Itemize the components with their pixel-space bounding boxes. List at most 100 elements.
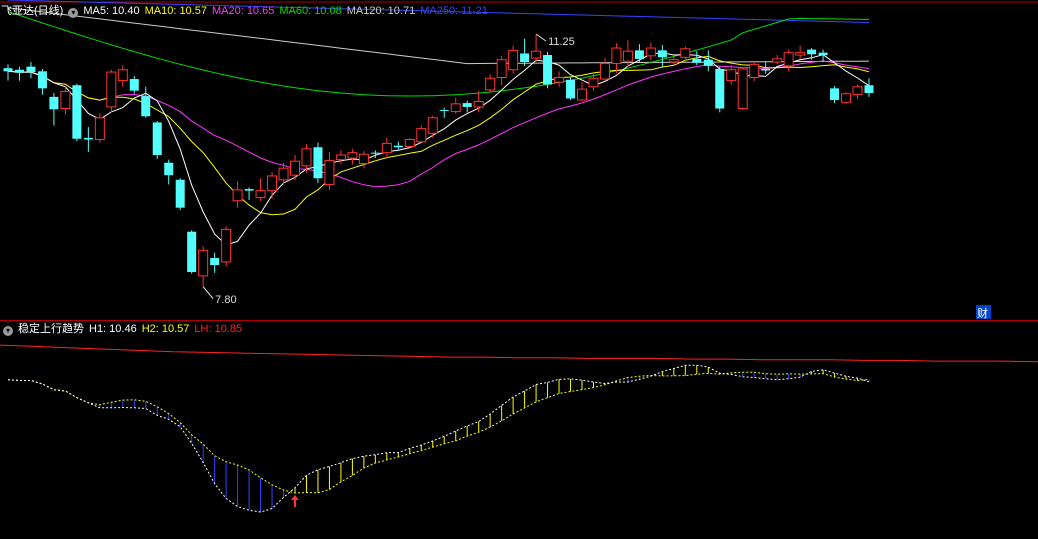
candle-body [531, 50, 542, 59]
candle-body [232, 189, 243, 202]
candle-body [164, 162, 174, 176]
chevron-down-icon[interactable]: ▾ [3, 326, 13, 336]
candle-body [543, 55, 553, 85]
candle-body [566, 79, 576, 99]
candle-body [622, 50, 633, 62]
candle-body [221, 228, 232, 263]
low-label: 7.80 [215, 294, 236, 306]
candle-body [370, 152, 380, 154]
candle-body [175, 179, 185, 208]
candle-body [106, 71, 117, 108]
candle-body [599, 63, 610, 80]
candle-body [737, 68, 748, 109]
candle-body [588, 77, 599, 88]
candle-body [852, 86, 863, 96]
candle-body [818, 52, 828, 56]
main-indicator-1: MA10: 10.57 [144, 5, 207, 17]
candle-body [473, 101, 484, 108]
main-indicator-0: MA5: 10.40 [83, 5, 140, 17]
candle-body [3, 68, 13, 72]
candle-body [645, 47, 656, 57]
candle-body [26, 66, 36, 73]
stock-title: 飞亚达(日线) [1, 5, 64, 17]
chevron-down-icon[interactable]: ▾ [68, 8, 79, 18]
candle-body [864, 85, 874, 93]
candle-body [335, 154, 346, 161]
candle-body [783, 52, 794, 67]
sub-title: 稳定上行趋势 [18, 323, 84, 335]
candle-body [668, 59, 679, 63]
candle-body [807, 49, 817, 55]
candle-body [680, 48, 691, 58]
candle-body [611, 47, 622, 65]
candle-body [703, 59, 713, 66]
main-indicator-4: MA120: 10.71 [346, 5, 416, 17]
candle-body [49, 96, 59, 110]
candle [72, 83, 82, 142]
candle-body [749, 63, 760, 78]
candle [737, 67, 748, 111]
candle-body [485, 77, 496, 91]
candle-body [94, 117, 105, 141]
candle-body [761, 68, 771, 71]
candle-body [427, 117, 438, 134]
stock-chart[interactable]: 11.25 7.80 财 [0, 0, 1038, 539]
sub-indicator-2: LH: 10.85 [194, 323, 243, 335]
sub-legend: ▾ 稳定上行趋势 H1: 10.46 H2: 10.57 LH: 10.85 [3, 322, 252, 336]
candle [566, 77, 576, 100]
high-label: 11.25 [548, 36, 575, 48]
candle-body [267, 175, 278, 192]
candle-body [520, 53, 530, 62]
candle-body [404, 139, 415, 147]
candle-body [439, 110, 449, 112]
candle [841, 92, 852, 104]
candle-body [152, 122, 162, 155]
candle-body [72, 85, 82, 139]
candle-body [244, 189, 254, 191]
candle-body [416, 128, 427, 143]
candle-body [381, 142, 392, 154]
main-legend: 飞亚达(日线) ▾ MA5: 10.40 MA10: 10.57 MA20: 10.65… [1, 4, 498, 18]
candle-body [450, 103, 461, 113]
candle-body [278, 167, 289, 181]
candle-body [324, 159, 335, 185]
candle [187, 230, 197, 274]
sub-indicator-1: H2: 10.57 [141, 323, 190, 335]
candle [543, 51, 553, 89]
candle [152, 120, 162, 159]
candle-body [210, 258, 220, 266]
candle [715, 66, 725, 113]
candle-body [358, 153, 369, 165]
main-indicator-2: MA20: 10.65 [211, 5, 275, 17]
candle-body [772, 58, 783, 63]
candle [106, 69, 117, 113]
candle-body [187, 231, 197, 273]
candle [175, 178, 185, 211]
candle-body [830, 88, 840, 100]
candle-body [462, 103, 472, 107]
candle-body [508, 49, 519, 71]
candle-body [347, 152, 358, 159]
candle-body [37, 71, 47, 89]
candle-body [301, 148, 312, 167]
candle-body [198, 249, 209, 277]
candle-body [255, 190, 266, 199]
sub-indicator-0: H1: 10.46 [89, 323, 137, 335]
candle-body [117, 69, 128, 82]
candle-body [290, 160, 300, 176]
main-indicator-3: MA60: 10.08 [279, 5, 342, 17]
finance-badge: 财 [977, 306, 988, 320]
candle [221, 226, 232, 267]
candle-body [496, 59, 507, 78]
candle [94, 113, 105, 143]
candle-body [715, 68, 725, 109]
candle [404, 137, 415, 148]
main-indicator-5: MA250: 11.21 [420, 5, 488, 17]
candle-body [577, 88, 587, 101]
candle-body [634, 50, 644, 59]
candle-body [841, 93, 852, 103]
candle-body [141, 96, 151, 117]
candle-body [60, 90, 71, 109]
candle-body [795, 52, 806, 56]
candle-body [313, 147, 323, 179]
